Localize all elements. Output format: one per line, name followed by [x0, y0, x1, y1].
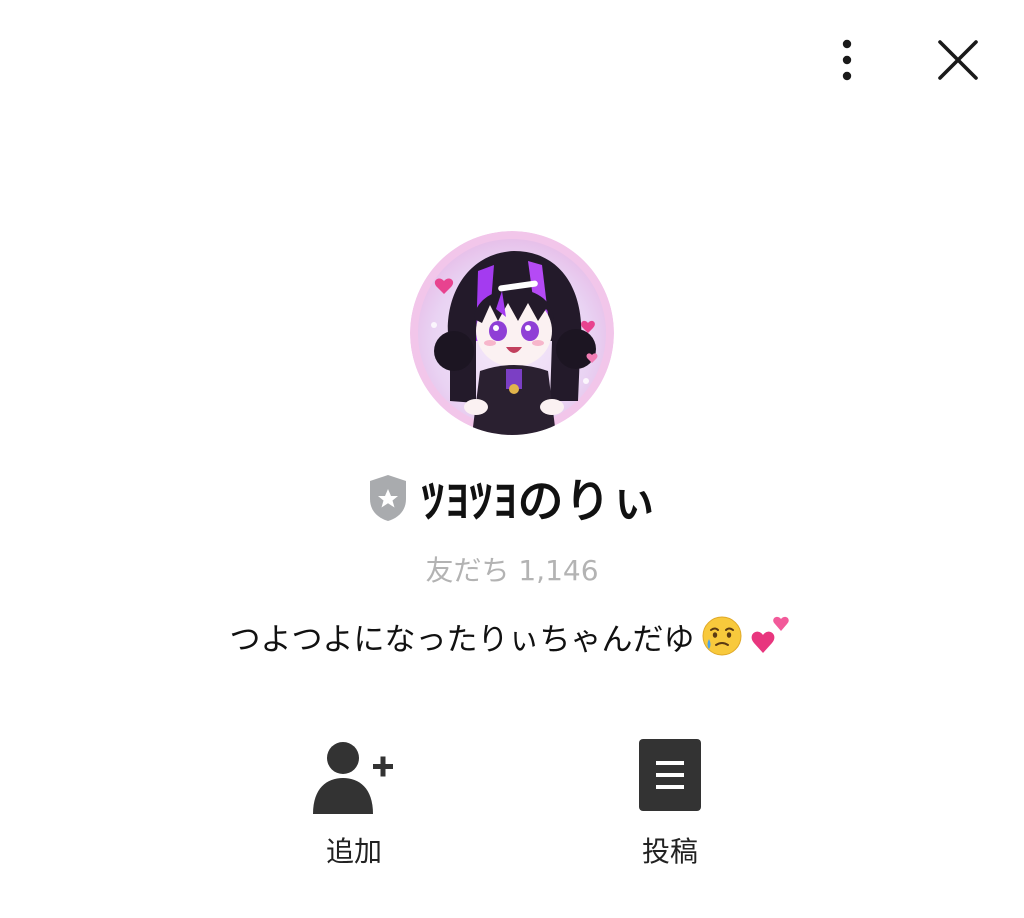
status-message-row: つよつよになったりぃちゃんだゆ	[0, 610, 1024, 662]
post-list-icon	[639, 739, 701, 811]
posts-button[interactable]: 投稿	[590, 738, 750, 878]
posts-label: 投稿	[641, 835, 698, 868]
anime-girl-avatar-image	[410, 231, 614, 435]
close-button[interactable]	[932, 34, 984, 86]
friends-count[interactable]: 友だち 1,146	[0, 549, 1024, 589]
post-list-icon-wrap	[590, 738, 750, 818]
profile-screen: ﾂﾖﾂﾖのりぃ 友だち 1,146 つよつよになったりぃちゃんだゆ 追加 投稿	[0, 0, 1024, 918]
add-friend-icon-wrap	[274, 738, 434, 818]
status-message: つよつよになったりぃちゃんだゆ	[229, 621, 695, 658]
add-friend-label: 追加	[325, 835, 382, 868]
shield-star-badge-icon	[369, 475, 406, 521]
vertical-ellipsis-icon	[842, 39, 852, 81]
add-friend-button[interactable]: 追加	[274, 738, 434, 878]
profile-name-row: ﾂﾖﾂﾖのりぃ	[0, 466, 1024, 530]
profile-avatar[interactable]	[410, 231, 614, 435]
profile-name: ﾂﾖﾂﾖのりぃ	[421, 474, 659, 528]
face-holding-back-tears-emoji	[702, 616, 741, 656]
two-hearts-emoji	[751, 616, 789, 653]
close-x-icon	[938, 40, 978, 80]
more-options-button[interactable]	[824, 36, 870, 84]
add-friend-icon	[313, 742, 393, 814]
